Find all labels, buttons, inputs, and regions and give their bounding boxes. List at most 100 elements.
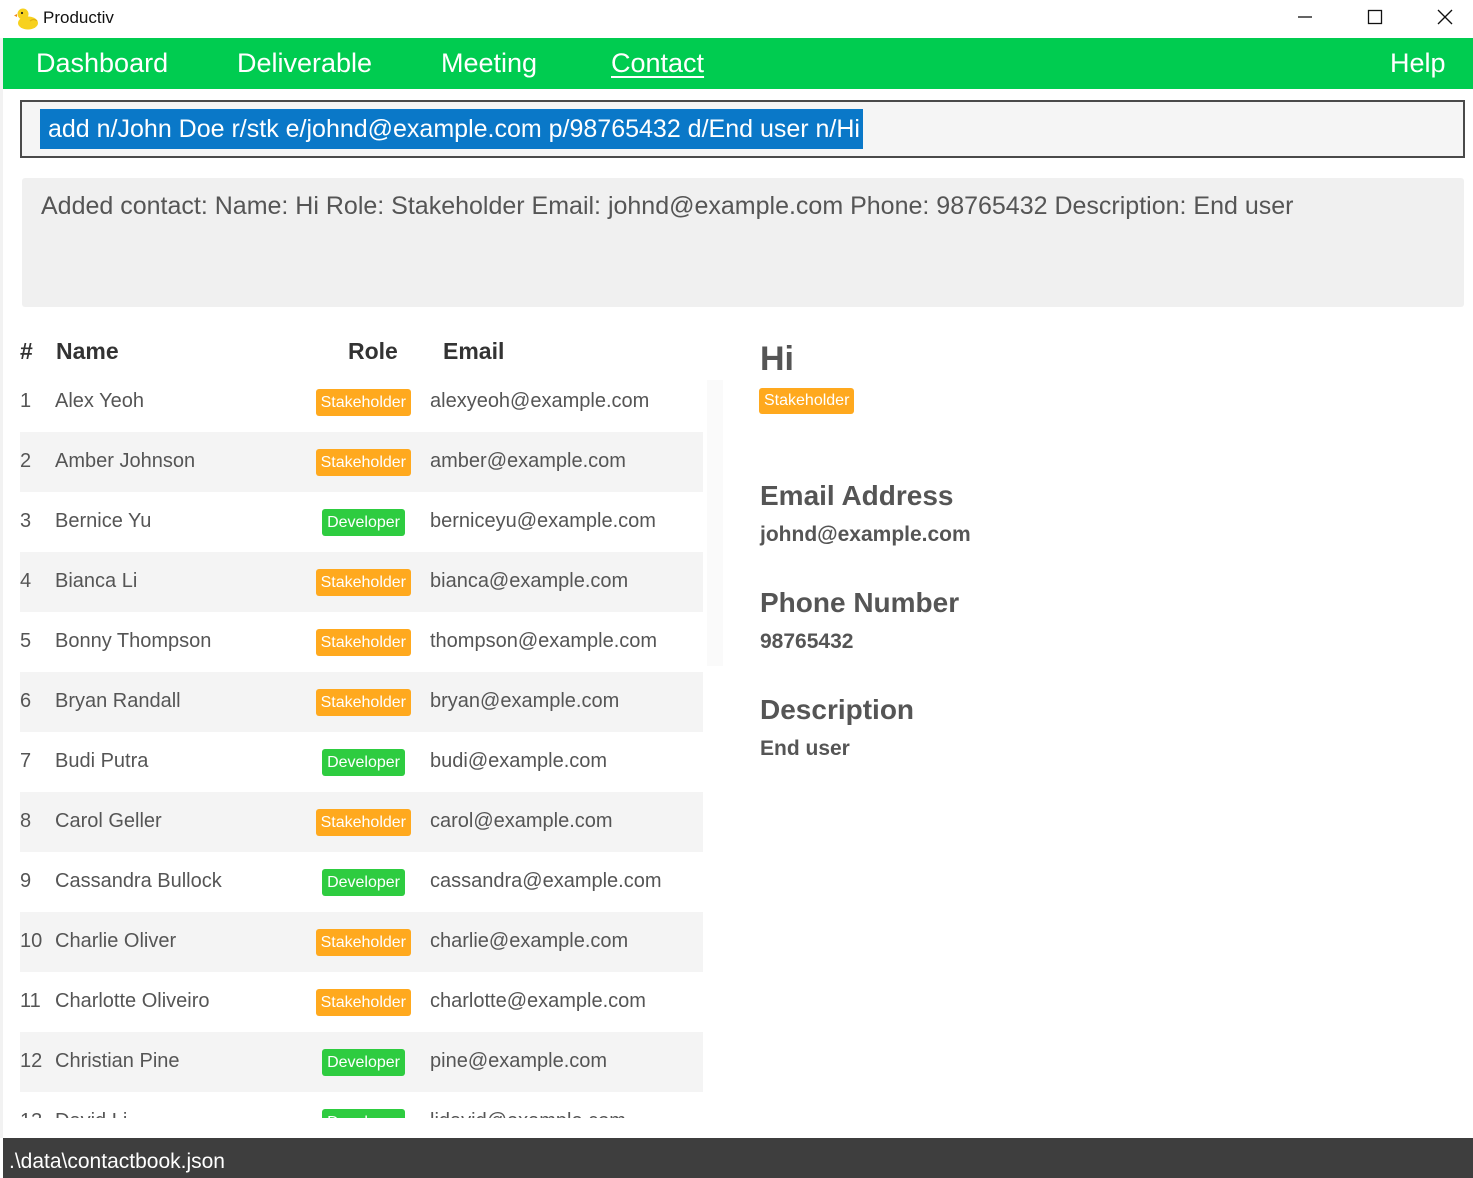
contact-index: 8 bbox=[20, 810, 32, 832]
maximize-button[interactable] bbox=[1340, 0, 1410, 36]
window-title: Productiv bbox=[43, 8, 114, 27]
title-bar: Productiv bbox=[0, 0, 1473, 38]
contact-email: pine@example.com bbox=[430, 1050, 608, 1072]
command-text-selected: add n/John Doe r/stk e/johnd@example.com… bbox=[40, 109, 863, 149]
list-scrollbar[interactable] bbox=[707, 380, 723, 666]
role-badge: Stakeholder bbox=[315, 929, 411, 956]
contact-email: budi@example.com bbox=[430, 750, 608, 772]
detail-contact-name: Hi bbox=[760, 340, 794, 378]
list-item[interactable]: 8 Carol Geller Stakeholder carol@example.co… bbox=[20, 792, 703, 852]
contact-name: Cassandra Bullock bbox=[55, 870, 222, 892]
contact-name: Charlotte Oliveiro bbox=[55, 990, 210, 1012]
contact-email: charlie@example.com bbox=[430, 930, 629, 952]
contact-name: Carol Geller bbox=[55, 810, 162, 832]
menu-deliverable[interactable]: Deliverable bbox=[237, 48, 372, 79]
header-index: # bbox=[20, 338, 33, 364]
duck-icon bbox=[14, 8, 38, 30]
contact-email: berniceyu@example.com bbox=[430, 510, 656, 532]
contact-name: Bonny Thompson bbox=[55, 630, 212, 652]
role-badge: Stakeholder bbox=[315, 629, 411, 656]
list-item[interactable]: 9 Cassandra Bullock Developer cassandra@exa… bbox=[20, 852, 703, 912]
list-item[interactable]: 12 Christian Pine Developer pine@example.co… bbox=[20, 1032, 703, 1092]
role-badge: Developer bbox=[322, 1109, 405, 1118]
role-badge: Stakeholder bbox=[315, 389, 411, 416]
contact-index: 6 bbox=[20, 690, 32, 712]
role-badge: Developer bbox=[322, 749, 405, 776]
detail-description-value: End user bbox=[760, 737, 850, 760]
result-message: Added contact: Name: Hi Role: Stakeholde… bbox=[41, 192, 1294, 220]
status-bar: .\data\contactbook.json bbox=[3, 1138, 1473, 1178]
contact-email: amber@example.com bbox=[430, 450, 626, 472]
contact-email: thompson@example.com bbox=[430, 630, 658, 652]
role-badge: Stakeholder bbox=[315, 989, 411, 1016]
contact-name: Christian Pine bbox=[55, 1050, 180, 1072]
contact-index: 1 bbox=[20, 390, 32, 412]
contact-name: Amber Johnson bbox=[55, 450, 196, 472]
list-item[interactable]: 1 Alex Yeoh Stakeholder alexyeoh@example.co… bbox=[20, 372, 703, 432]
contact-index: 10 bbox=[20, 930, 43, 952]
role-badge: Stakeholder bbox=[315, 689, 411, 716]
status-file-path: .\data\contactbook.json bbox=[9, 1150, 225, 1173]
contact-email: bryan@example.com bbox=[430, 690, 620, 712]
contact-name: Alex Yeoh bbox=[55, 390, 144, 412]
contact-index: 13 bbox=[20, 1110, 42, 1118]
detail-phone-value: 98765432 bbox=[760, 630, 854, 653]
contact-name: Bryan Randall bbox=[55, 690, 181, 712]
contact-email: alexyeoh@example.com bbox=[430, 390, 650, 412]
role-badge: Stakeholder bbox=[315, 449, 411, 476]
contact-name: Budi Putra bbox=[55, 750, 149, 772]
detail-description-label: Description bbox=[760, 694, 915, 725]
contact-index: 2 bbox=[20, 450, 32, 472]
list-item[interactable]: 4 Bianca Li Stakeholder bianca@example.com bbox=[20, 552, 703, 612]
contact-list[interactable]: 1 Alex Yeoh Stakeholder alexyeoh@example.co… bbox=[20, 372, 703, 1118]
detail-email-value: johnd@example.com bbox=[760, 523, 971, 546]
role-badge: Developer bbox=[322, 1049, 405, 1076]
result-display: Added contact: Name: Hi Role: Stakeholde… bbox=[22, 178, 1464, 307]
role-badge: Developer bbox=[322, 509, 405, 536]
contact-email: charlotte@example.com bbox=[430, 990, 646, 1012]
detail-phone-label: Phone Number bbox=[760, 587, 960, 618]
close-icon bbox=[1437, 9, 1453, 25]
command-input[interactable]: add n/John Doe r/stk e/johnd@example.com… bbox=[20, 100, 1465, 158]
contact-index: 5 bbox=[20, 630, 32, 652]
window-edge bbox=[0, 38, 3, 1138]
minimize-button[interactable] bbox=[1270, 0, 1340, 36]
contact-index: 9 bbox=[20, 870, 32, 892]
contact-email: carol@example.com bbox=[430, 810, 613, 832]
list-item[interactable]: 2 Amber Johnson Stakeholder amber@example.c… bbox=[20, 432, 703, 492]
minimize-icon bbox=[1298, 16, 1312, 18]
header-role: Role bbox=[348, 338, 398, 364]
list-item[interactable]: 3 Bernice Yu Developer berniceyu@example.co… bbox=[20, 492, 703, 552]
contact-email: bianca@example.com bbox=[430, 570, 629, 592]
contact-email: cassandra@example.com bbox=[430, 870, 662, 892]
list-item[interactable]: 7 Budi Putra Developer budi@example.com bbox=[20, 732, 703, 792]
contact-index: 3 bbox=[20, 510, 32, 532]
list-item[interactable]: 5 Bonny Thompson Stakeholder thompson@examp… bbox=[20, 612, 703, 672]
detail-email-label: Email Address bbox=[760, 480, 954, 511]
contact-email: lidavid@example.com bbox=[430, 1110, 626, 1118]
role-badge: Developer bbox=[322, 869, 405, 896]
header-name: Name bbox=[56, 338, 119, 364]
contact-name: Bianca Li bbox=[55, 570, 138, 592]
contact-index: 7 bbox=[20, 750, 32, 772]
role-badge: Stakeholder bbox=[315, 809, 411, 836]
menu-dashboard[interactable]: Dashboard bbox=[36, 48, 168, 79]
maximize-icon bbox=[1367, 9, 1383, 25]
list-item[interactable]: 10 Charlie Oliver Stakeholder charlie@examp… bbox=[20, 912, 703, 972]
contact-name: David Li bbox=[55, 1110, 127, 1118]
menu-bar: Dashboard Deliverable Meeting Contact He… bbox=[3, 38, 1473, 89]
contact-index: 12 bbox=[20, 1050, 43, 1072]
contact-index: 4 bbox=[20, 570, 32, 592]
contact-index: 11 bbox=[20, 990, 41, 1012]
close-button[interactable] bbox=[1410, 0, 1473, 36]
list-item[interactable]: 11 Charlotte Oliveiro Stakeholder charlotte… bbox=[20, 972, 703, 1032]
contact-name: Bernice Yu bbox=[55, 510, 152, 532]
menu-contact[interactable]: Contact bbox=[611, 48, 704, 79]
menu-help[interactable]: Help bbox=[1390, 48, 1446, 79]
menu-meeting[interactable]: Meeting bbox=[441, 48, 537, 79]
detail-role-badge: Stakeholder bbox=[759, 388, 855, 414]
role-badge: Stakeholder bbox=[315, 569, 411, 596]
list-item[interactable]: 13 David Li Developer lidavid@example.com bbox=[20, 1092, 703, 1118]
list-item[interactable]: 6 Bryan Randall Stakeholder bryan@example.c… bbox=[20, 672, 703, 732]
header-email: Email bbox=[443, 338, 505, 364]
